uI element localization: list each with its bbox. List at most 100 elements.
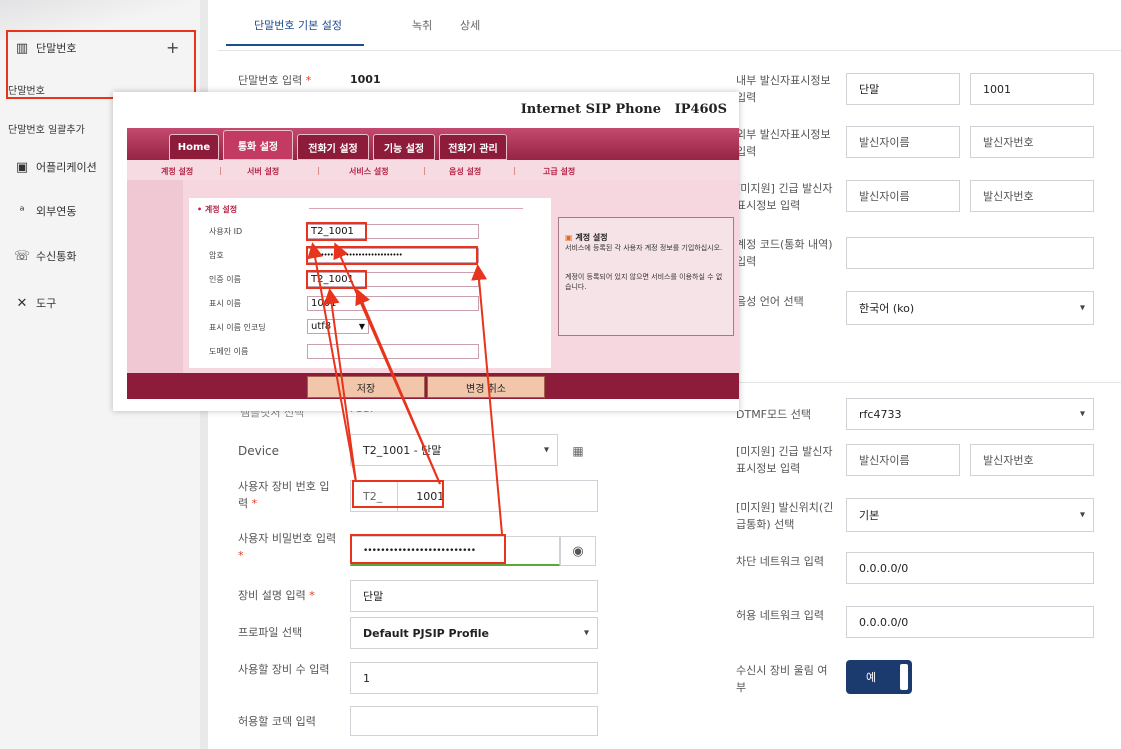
desc-input[interactable]: 단말 [350, 580, 598, 612]
emergency-cid-number: 발신자번호 [983, 190, 1034, 203]
emergency2-label: [미지원] 긴급 발신자표시정보 입력 [736, 445, 833, 475]
emergency2-name-input[interactable]: 발신자이름 [846, 444, 960, 476]
device-select[interactable]: T2_1001 - 단말 ▾ [350, 434, 558, 466]
grid-icon[interactable]: ▦ [564, 437, 592, 465]
popup-brand: Internet SIP Phone IP460S [521, 102, 727, 117]
account-code-input[interactable] [846, 237, 1094, 269]
toggle-knob [900, 664, 908, 690]
desc-label-text: 장비 설명 입력 [238, 589, 306, 602]
popup-help-title-text: 계정 설정 [575, 233, 608, 242]
sidebar-item-label: 외부연동 [36, 205, 77, 218]
device-count-value: 1 [363, 671, 370, 685]
emergency-cid-name: 발신자이름 [859, 190, 910, 203]
external-cid-name-input[interactable]: 발신자이름 [846, 126, 960, 158]
popup-help-title: ▣ 계정 설정 [565, 232, 608, 243]
popup-password-label: 암호 [209, 251, 224, 260]
internal-cid-name-input[interactable]: 단말 [846, 73, 960, 105]
emergency-cid-name-input[interactable]: 발신자이름 [846, 180, 960, 212]
sidebar-item-applications[interactable]: ▣ 어플리케이션 [14, 159, 97, 175]
ring-label: 수신시 장비 울림 여부 [736, 664, 828, 694]
popup-tab-phone-management[interactable]: 전화기 관리 [439, 134, 507, 160]
device-count-input[interactable]: 1 [350, 662, 598, 694]
internal-cid-label: 내부 발신자표시정보 입력 [736, 74, 831, 104]
codec-label: 허용할 코덱 입력 [238, 715, 316, 728]
voice-lang-select[interactable]: 한국어 (ko) ▾ [846, 291, 1094, 325]
emergency-cid-label: [미지원] 긴급 발신자표시정보 입력 [736, 182, 833, 212]
highlight-box [352, 480, 444, 508]
popup-brand-name: Internet SIP Phone [520, 102, 662, 117]
voice-lang-label: 음성 언어 선택 [736, 295, 804, 308]
popup-tab-home[interactable]: Home [169, 134, 219, 160]
highlight-box [6, 30, 196, 99]
popup-subnav-sep: | [423, 166, 426, 175]
highlight-box [350, 534, 506, 564]
popup-cancel-button[interactable]: 변경 취소 [427, 376, 545, 398]
chevron-down-icon: ▾ [543, 444, 549, 456]
profile-select[interactable]: Default PJSIP Profile ▾ [350, 617, 598, 649]
popup-subnav-sep: | [219, 166, 222, 175]
popup-help-text1: 서비스에 등록된 각 사용자 계정 정보를 기입하십시오. [565, 244, 723, 252]
ring-toggle[interactable]: 예 [846, 660, 912, 694]
popup-display-name-label: 표시 이름 [209, 299, 241, 308]
popup-save-button[interactable]: 저장 [307, 376, 425, 398]
internal-cid-number-input[interactable]: 1001 [970, 73, 1094, 105]
external-cid-label: 외부 발신자표시정보 입력 [736, 128, 831, 158]
account-code-label: 계정 코드(통화 내역) 입력 [736, 238, 833, 268]
sidebar-subitem-bulk-add[interactable]: 단말번호 일괄추가 [8, 121, 85, 136]
popup-tab-feature-settings[interactable]: 기능 설정 [373, 134, 435, 160]
popup-subnav-service[interactable]: 서비스 설정 [349, 166, 389, 177]
popup-help-text2: 계정이 등록되어 있지 않으면 서비스를 이용하실 수 없습니다. [565, 273, 723, 291]
popup-subnav: 계정 설정 | 서버 설정 | 서비스 설정 | 음성 설정 | 고급 설정 [127, 160, 739, 180]
dtmf-label: DTMF모드 선택 [736, 408, 811, 421]
ring-toggle-label: 예 [866, 671, 877, 684]
popup-user-id-label: 사용자 ID [209, 227, 243, 236]
tab-detail[interactable]: 상세 [460, 17, 480, 33]
profile-select-value: Default PJSIP Profile [363, 626, 489, 640]
popup-display-name-input[interactable]: 1001 [307, 296, 479, 311]
permit-value: 0.0.0.0/0 [859, 615, 909, 629]
deny-input[interactable]: 0.0.0.0/0 [846, 552, 1094, 584]
sidebar-item-external[interactable]: ᵃ 외부연동 [14, 203, 76, 219]
location-select[interactable]: 기본 ▾ [846, 498, 1094, 532]
antenna-icon: ᵃ [19, 203, 25, 219]
emergency-cid-number-input[interactable]: 발신자번호 [970, 180, 1094, 212]
popup-encoding-value: utf8 [311, 321, 332, 332]
tab-recording[interactable]: 녹취 [412, 17, 432, 33]
chevron-down-icon: ▾ [583, 627, 589, 639]
popup-tab-phone-settings[interactable]: 전화기 설정 [297, 134, 369, 160]
permit-label: 허용 네트워크 입력 [736, 609, 824, 622]
popup-left-rail [127, 180, 183, 373]
sidebar-item-tools[interactable]: ✕ 도구 [14, 295, 57, 311]
popup-tab-call-settings[interactable]: 통화 설정 [223, 130, 293, 160]
codec-input[interactable] [350, 706, 598, 736]
external-cid-number-input[interactable]: 발신자번호 [970, 126, 1094, 158]
divider [218, 50, 1121, 51]
chevron-down-icon: ▼ [358, 322, 365, 331]
dtmf-select[interactable]: rfc4733 ▾ [846, 398, 1094, 430]
popup-domain-input[interactable] [307, 344, 479, 359]
tools-icon: ✕ [16, 295, 28, 311]
emergency2-number-input[interactable]: 발신자번호 [970, 444, 1094, 476]
popup-subnav-account[interactable]: 계정 설정 [161, 166, 193, 177]
ext-value: 1001 [350, 73, 381, 86]
popup-encoding-select[interactable]: utf8 ▼ [307, 319, 369, 334]
sidebar-item-label: 도구 [36, 297, 57, 310]
deny-value: 0.0.0.0/0 [859, 561, 909, 575]
sidebar-item-incoming[interactable]: ☏ 수신통화 [14, 248, 77, 264]
chevron-down-icon: ▾ [1079, 509, 1085, 521]
voice-lang-value: 한국어 (ko) [859, 302, 915, 315]
tab-basic-settings[interactable]: 단말번호 기본 설정 [254, 17, 342, 33]
eye-icon[interactable]: ◉ [560, 536, 596, 566]
popup-subnav-advanced[interactable]: 고급 설정 [543, 166, 575, 177]
permit-input[interactable]: 0.0.0.0/0 [846, 606, 1094, 638]
popup-help-box: ▣ 계정 설정 서비스에 등록된 각 사용자 계정 정보를 기입하십시오. 계정… [558, 217, 734, 336]
chevron-down-icon: ▾ [1079, 302, 1085, 314]
desc-value: 단말 [363, 590, 384, 603]
popup-subnav-voice[interactable]: 음성 설정 [449, 166, 481, 177]
popup-display-name-value: 1001 [311, 298, 337, 309]
popup-subnav-sep: | [317, 166, 320, 175]
popup-subnav-sep: | [513, 166, 516, 175]
section-divider [728, 382, 1121, 383]
popup-subnav-server[interactable]: 서버 설정 [247, 166, 279, 177]
info-icon: ▣ [565, 233, 573, 242]
